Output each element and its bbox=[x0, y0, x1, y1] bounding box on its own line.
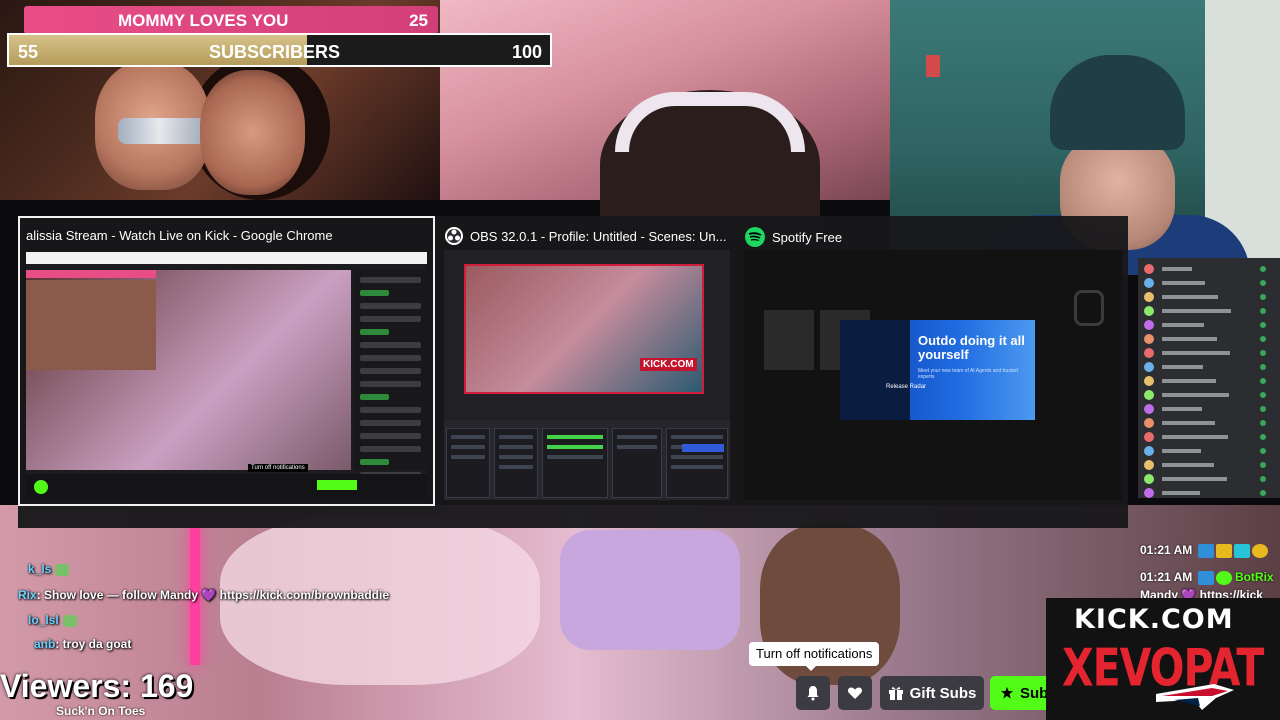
window-switcher: alissia Stream - Watch Live on Kick - Go… bbox=[18, 216, 1128, 528]
member-name bbox=[1162, 379, 1216, 383]
spotify-icon bbox=[745, 227, 765, 247]
ad-heading: Outdo doing it all yourself bbox=[918, 333, 1025, 362]
mommy-goal-bar: MOMMY LOVES YOU 25 bbox=[24, 6, 438, 34]
status-dot bbox=[1260, 280, 1266, 286]
member-name bbox=[1162, 281, 1205, 285]
stream-canvas: MOMMY LOVES YOU 25 55 SUBSCRIBERS 100 al… bbox=[0, 0, 1280, 720]
right-chat-line: 01:21 AM bbox=[1140, 543, 1268, 558]
status-dot bbox=[1260, 490, 1266, 496]
member-avatar bbox=[1144, 474, 1154, 484]
thumb-tooltip: Turn off notifications bbox=[248, 464, 308, 472]
status-dot bbox=[1260, 350, 1266, 356]
notification-bell-button[interactable] bbox=[796, 676, 830, 710]
obs-thumbnail: KICK.COM bbox=[444, 250, 730, 500]
member-name bbox=[1162, 337, 1217, 341]
viewer-count: Viewers: 169 bbox=[0, 668, 194, 704]
goal-value: 25 bbox=[409, 11, 428, 30]
member-avatar bbox=[1144, 348, 1154, 358]
release-radar-label: Release Radar bbox=[886, 384, 927, 390]
chat-line: Rix: Show love — follow Mandy 💜 https://… bbox=[18, 588, 389, 602]
status-dot bbox=[1260, 266, 1266, 272]
window-tile-obs[interactable]: OBS 32.0.1 - Profile: Untitled - Scenes:… bbox=[438, 216, 736, 506]
status-dot bbox=[1260, 476, 1266, 482]
chat-line: lo_lsl bbox=[28, 613, 77, 627]
right-chat-line: 01:21 AM BotRix bbox=[1140, 570, 1274, 585]
status-dot bbox=[1260, 322, 1266, 328]
chat-line: anb: troy da goat bbox=[34, 637, 132, 651]
patriots-logo-icon bbox=[1156, 684, 1234, 710]
status-dot bbox=[1260, 294, 1266, 300]
subscriber-current: 55 bbox=[18, 42, 39, 62]
member-avatar bbox=[1144, 460, 1154, 470]
member-avatar bbox=[1144, 278, 1154, 288]
member-name bbox=[1162, 435, 1228, 439]
member-avatar bbox=[1144, 306, 1154, 316]
member-name bbox=[1162, 365, 1203, 369]
window-tile-spotify[interactable]: Spotify Free Outdo doing it all yourself… bbox=[738, 216, 1128, 506]
status-dot bbox=[1260, 392, 1266, 398]
window-title-spotify: Spotify Free bbox=[744, 226, 842, 248]
member-name bbox=[1162, 295, 1218, 299]
chrome-thumbnail: Turn off notifications bbox=[26, 252, 427, 498]
spotify-ad: Outdo doing it all yourself Meet your ne… bbox=[840, 320, 1035, 420]
streamer-video-top bbox=[440, 0, 890, 240]
member-name bbox=[1162, 477, 1227, 481]
member-list-thumbnail bbox=[1138, 258, 1280, 498]
window-tile-chrome[interactable]: alissia Stream - Watch Live on Kick - Go… bbox=[18, 216, 435, 506]
member-name bbox=[1162, 407, 1202, 411]
member-avatar bbox=[1144, 418, 1154, 428]
status-dot bbox=[1260, 434, 1266, 440]
member-name bbox=[1162, 491, 1200, 495]
logo-line-1: KICK.COM bbox=[1074, 604, 1234, 635]
status-dot bbox=[1260, 462, 1266, 468]
kick-badge: KICK.COM bbox=[640, 358, 697, 371]
window-title-chrome: alissia Stream - Watch Live on Kick - Go… bbox=[26, 228, 333, 243]
member-name bbox=[1162, 323, 1204, 327]
spotify-thumbnail: Outdo doing it all yourself Meet your ne… bbox=[744, 250, 1122, 500]
obs-icon bbox=[445, 227, 463, 245]
member-avatar bbox=[1144, 320, 1154, 330]
member-name bbox=[1162, 309, 1231, 313]
window-title-obs: OBS 32.0.1 - Profile: Untitled - Scenes:… bbox=[444, 226, 727, 246]
member-avatar bbox=[1144, 432, 1154, 442]
gift-icon bbox=[888, 687, 903, 700]
bell-icon bbox=[807, 686, 819, 701]
status-dot bbox=[1260, 378, 1266, 384]
follow-heart-button[interactable] bbox=[838, 676, 872, 710]
channel-logo: KICK.COM XEVOPAT bbox=[1046, 598, 1280, 720]
status-dot bbox=[1260, 308, 1266, 314]
member-name bbox=[1162, 351, 1230, 355]
member-name bbox=[1162, 421, 1215, 425]
goal-label: MOMMY LOVES YOU bbox=[118, 11, 289, 30]
stream-subtitle: Suck'n On Toes bbox=[56, 704, 146, 718]
status-dot bbox=[1260, 364, 1266, 370]
member-avatar bbox=[1144, 390, 1154, 400]
subscribe-button[interactable]: Sub bbox=[990, 676, 1054, 710]
member-avatar bbox=[1144, 404, 1154, 414]
status-dot bbox=[1260, 448, 1266, 454]
member-avatar bbox=[1144, 362, 1154, 372]
star-icon bbox=[1001, 687, 1013, 699]
member-name bbox=[1162, 393, 1229, 397]
heart-icon bbox=[847, 687, 863, 699]
member-avatar bbox=[1144, 292, 1154, 302]
subscriber-target: 100 bbox=[511, 42, 542, 62]
notifications-tooltip: Turn off notifications bbox=[749, 642, 880, 671]
subscriber-label: SUBSCRIBERS bbox=[209, 42, 341, 62]
gift-subs-button[interactable]: Gift Subs bbox=[880, 676, 984, 710]
member-avatar bbox=[1144, 446, 1154, 456]
member-name bbox=[1162, 449, 1201, 453]
member-avatar bbox=[1144, 488, 1154, 498]
member-avatar bbox=[1144, 334, 1154, 344]
ad-subtext: Meet your new team of AI Agents and trus… bbox=[918, 368, 1018, 380]
member-avatar bbox=[1144, 264, 1154, 274]
status-dot bbox=[1260, 420, 1266, 426]
member-name bbox=[1162, 267, 1192, 271]
status-dot bbox=[1260, 336, 1266, 342]
subscriber-goal-bar: 55 SUBSCRIBERS 100 bbox=[7, 33, 552, 67]
member-name bbox=[1162, 463, 1214, 467]
member-avatar bbox=[1144, 376, 1154, 386]
status-dot bbox=[1260, 406, 1266, 412]
chat-line: k_ls bbox=[28, 562, 70, 576]
